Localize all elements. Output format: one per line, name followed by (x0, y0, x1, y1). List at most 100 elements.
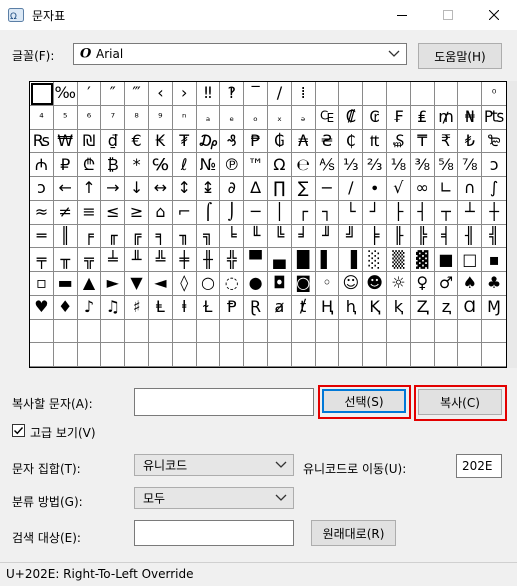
character-cell[interactable]: ↄ (30, 177, 54, 201)
character-cell[interactable]: ∫ (482, 177, 506, 201)
character-cell[interactable]: № (196, 153, 221, 177)
character-cell[interactable] (482, 343, 506, 367)
character-cell[interactable]: ⁶ (77, 105, 102, 130)
character-cell[interactable]: ⅜ (410, 153, 435, 177)
character-cell[interactable] (434, 319, 459, 344)
character-cell[interactable]: │ (267, 200, 292, 225)
character-cell[interactable]: ₐ (196, 105, 221, 130)
character-cell[interactable]: ♀ (410, 272, 435, 296)
character-cell[interactable]: ₰ (220, 129, 245, 154)
character-cell[interactable]: ⅞ (458, 153, 483, 177)
character-cell[interactable]: Ɽ (244, 295, 268, 320)
character-cell[interactable]: ☻ (363, 272, 387, 296)
character-cell[interactable]: ╪ (172, 248, 197, 272)
character-cell[interactable] (386, 319, 411, 344)
character-cell[interactable]: − (315, 177, 340, 201)
character-cell[interactable] (196, 343, 221, 367)
character-cell[interactable] (196, 319, 221, 344)
character-cell[interactable]: → (101, 177, 126, 201)
character-cell[interactable]: › (172, 82, 197, 106)
character-cell[interactable]: ▪ (482, 248, 506, 272)
character-cell[interactable]: ₑ (220, 105, 245, 130)
character-cell[interactable]: ℗ (220, 153, 245, 177)
character-cell[interactable] (53, 319, 78, 344)
character-cell[interactable]: ◄ (148, 272, 173, 296)
character-cell[interactable]: ↕ (172, 177, 197, 201)
grid-scrollbar[interactable] (507, 81, 517, 368)
character-cell[interactable]: ╓ (101, 224, 126, 249)
character-cell[interactable]: ₨ (30, 129, 54, 154)
help-button[interactable]: 도움말(H) (418, 43, 502, 69)
character-cell[interactable] (101, 319, 126, 344)
character-cell[interactable] (410, 343, 435, 367)
character-cell[interactable]: ⅔ (363, 153, 387, 177)
character-cell[interactable]: ₪ (77, 129, 102, 154)
character-cell[interactable]: ▫ (30, 272, 54, 296)
character-cell[interactable]: ☼ (386, 272, 411, 296)
character-cell[interactable]: Ⱬ (410, 295, 435, 320)
character-cell[interactable]: ╫ (196, 248, 221, 272)
character-cell[interactable] (339, 82, 364, 106)
character-cell[interactable]: ♣ (482, 272, 506, 296)
character-cell[interactable]: ₻ (482, 130, 506, 154)
character-cell[interactable]: ⱨ (339, 295, 364, 320)
character-cell[interactable]: ┴ (458, 200, 483, 225)
character-cell[interactable]: ╩ (148, 248, 173, 272)
character-cell[interactable]: ≠ (53, 200, 78, 225)
character-cell[interactable]: ╧ (101, 248, 126, 272)
character-cell[interactable]: ┐ (315, 200, 340, 225)
character-cell[interactable]: ┼ (482, 201, 506, 225)
character-cell[interactable]: ╝ (339, 224, 364, 249)
character-cell[interactable]: ⁹ (148, 105, 173, 130)
character-cell[interactable]: ╘ (220, 224, 245, 249)
character-cell[interactable] (148, 319, 173, 344)
character-cell[interactable]: Ɱ (482, 296, 506, 320)
character-cell[interactable]: ╨ (125, 248, 149, 272)
character-cell[interactable]: ├ (386, 200, 411, 225)
character-cell[interactable]: ▐ (339, 248, 364, 272)
character-cell[interactable]: ↄ (482, 153, 506, 177)
character-cell[interactable]: ≤ (101, 200, 126, 225)
character-cell[interactable]: ⱬ (434, 295, 459, 320)
character-cell[interactable]: ─ (244, 200, 268, 225)
character-cell[interactable]: █ (291, 248, 316, 272)
character-cell[interactable]: ™ (244, 153, 268, 177)
character-cell[interactable]: ┘ (363, 200, 387, 225)
character-cell[interactable] (410, 319, 435, 344)
character-cell[interactable]: ╥ (53, 248, 78, 272)
character-cell[interactable]: Ᵽ (220, 295, 245, 320)
character-cell[interactable] (315, 319, 340, 344)
character-cell[interactable]: ♫ (101, 295, 126, 320)
character-cell[interactable] (172, 343, 197, 367)
character-cell[interactable]: ⁷ (101, 105, 126, 130)
character-cell[interactable]: ┬ (434, 200, 459, 225)
close-button[interactable] (471, 0, 517, 30)
character-cell[interactable] (77, 319, 102, 344)
character-cell[interactable] (244, 343, 268, 367)
character-cell[interactable]: ← (53, 177, 78, 201)
group-by-select[interactable]: 모두 (134, 487, 294, 509)
character-cell[interactable]: ┌ (291, 200, 316, 225)
character-cell[interactable]: ╜ (315, 224, 340, 249)
character-cell[interactable] (267, 343, 292, 367)
character-cell[interactable] (30, 82, 54, 106)
character-cell[interactable]: ⌡ (220, 200, 245, 225)
character-cell[interactable] (291, 319, 316, 344)
character-cell[interactable]: ₶ (363, 129, 387, 154)
character-cell[interactable]: Ω (267, 153, 292, 177)
character-cell[interactable] (458, 319, 483, 344)
character-cell[interactable]: ♪ (77, 295, 102, 320)
character-cell[interactable]: ◌ (220, 272, 245, 296)
character-cell[interactable]: ₾ (77, 153, 102, 177)
character-cell[interactable]: ╬ (220, 248, 245, 272)
character-cell[interactable]: ▓ (410, 248, 435, 272)
goto-unicode-input[interactable]: 202E (456, 454, 502, 478)
character-cell[interactable] (458, 82, 483, 106)
character-cell[interactable]: ≡ (77, 200, 102, 225)
character-cell[interactable]: ₣ (386, 105, 411, 130)
character-cell[interactable]: ∂ (220, 177, 245, 201)
character-cell[interactable]: ⌐ (172, 200, 197, 225)
character-cell[interactable]: ◘ (267, 272, 292, 296)
character-cell[interactable]: ▌ (315, 248, 340, 272)
character-cell[interactable]: ≈ (30, 200, 54, 225)
